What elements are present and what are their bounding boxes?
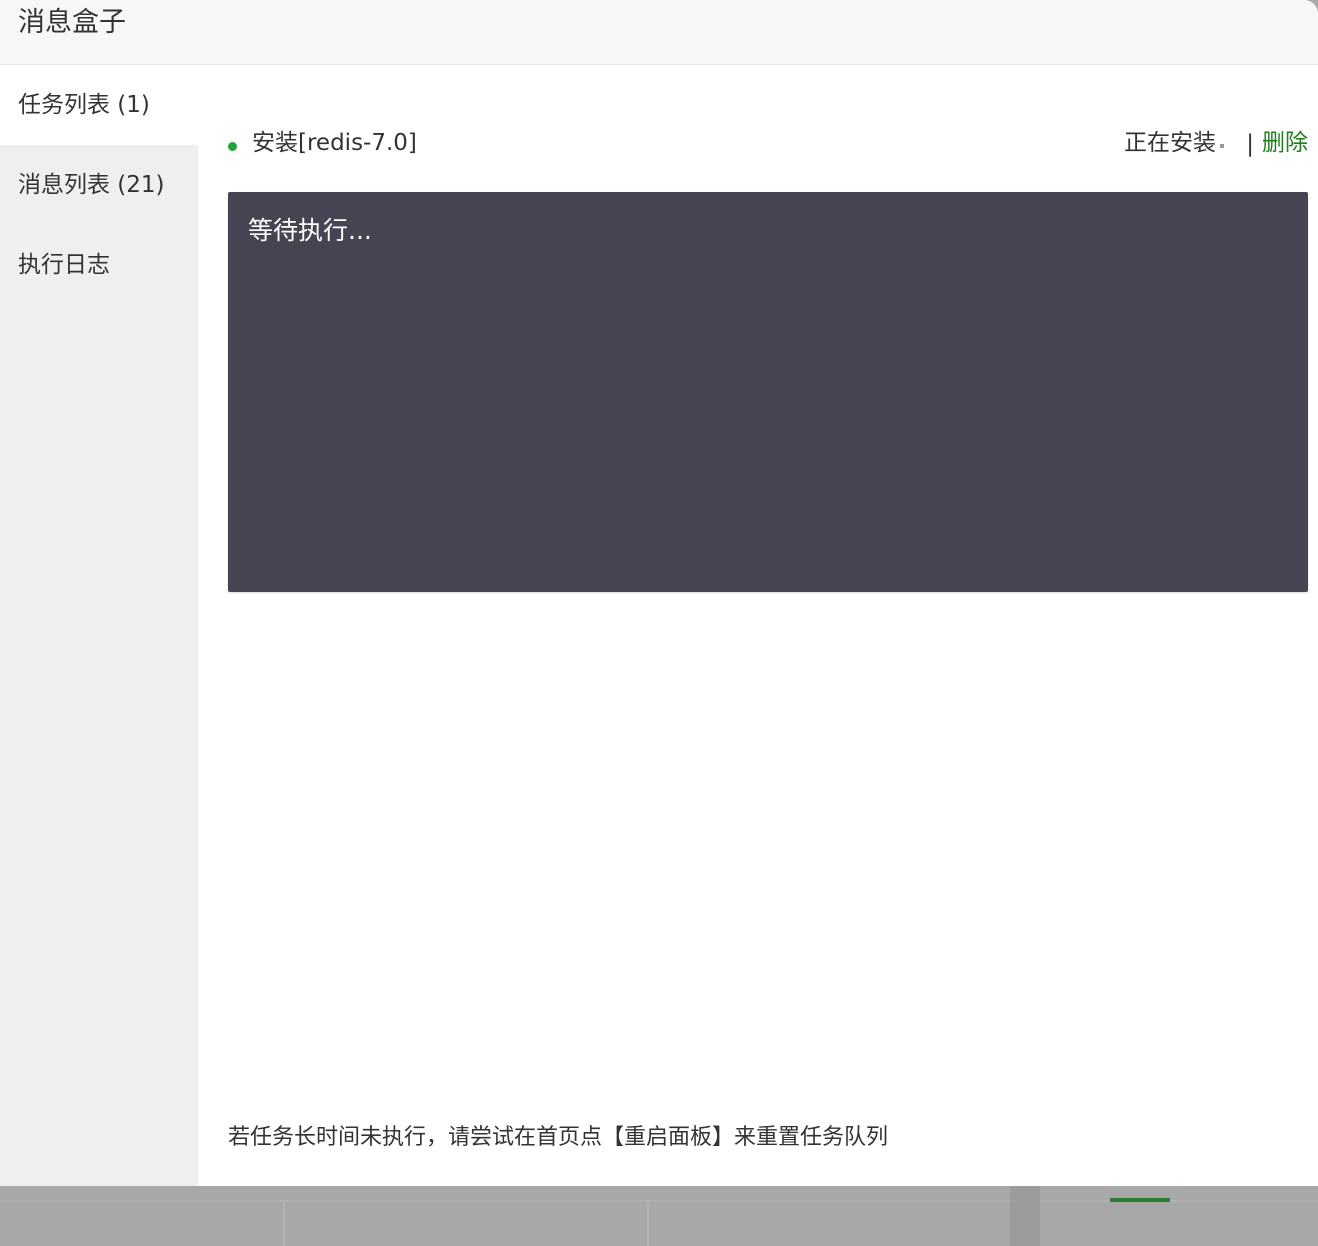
footer-tip: 若任务长时间未执行，请尝试在首页点【重启面板】来重置任务队列	[228, 1125, 889, 1150]
backdrop	[0, 1186, 1318, 1246]
task-status: 正在安装	[1124, 130, 1216, 156]
console-text: 等待执行...	[248, 216, 372, 245]
sidebar-item-execution-log[interactable]: 执行日志	[0, 225, 198, 305]
sidebar: 任务列表 (1) 消息列表 (21) 执行日志	[0, 65, 198, 1186]
status-dot-icon	[228, 142, 237, 151]
sidebar-item-label: 任务列表 (1)	[18, 92, 150, 118]
backdrop-accent-bar	[1110, 1198, 1170, 1202]
task-row: 安装[redis-7.0] 正在安装 | 删除	[228, 125, 1308, 161]
backdrop-column	[1010, 1186, 1040, 1246]
delete-task-button[interactable]: 删除	[1262, 125, 1308, 161]
sidebar-item-label: 消息列表 (21)	[18, 172, 165, 198]
loading-indicator-icon	[1220, 144, 1224, 148]
sidebar-item-task-list[interactable]: 任务列表 (1)	[0, 65, 198, 145]
task-name: 安装[redis-7.0]	[252, 130, 417, 156]
sidebar-item-message-list[interactable]: 消息列表 (21)	[0, 145, 198, 225]
message-box-dialog: 消息盒子 任务列表 (1) 消息列表 (21) 执行日志 安装[redis-7.…	[0, 0, 1318, 1186]
backdrop-divider	[647, 1200, 649, 1246]
separator: |	[1246, 131, 1254, 157]
dialog-title: 消息盒子	[18, 7, 126, 38]
sidebar-item-label: 执行日志	[18, 252, 110, 278]
task-console-output: 等待执行...	[228, 192, 1308, 592]
dialog-header: 消息盒子	[0, 0, 1318, 65]
backdrop-divider	[283, 1200, 285, 1246]
task-list-panel: 安装[redis-7.0] 正在安装 | 删除 等待执行... 若任务长时间未执…	[198, 65, 1318, 1186]
